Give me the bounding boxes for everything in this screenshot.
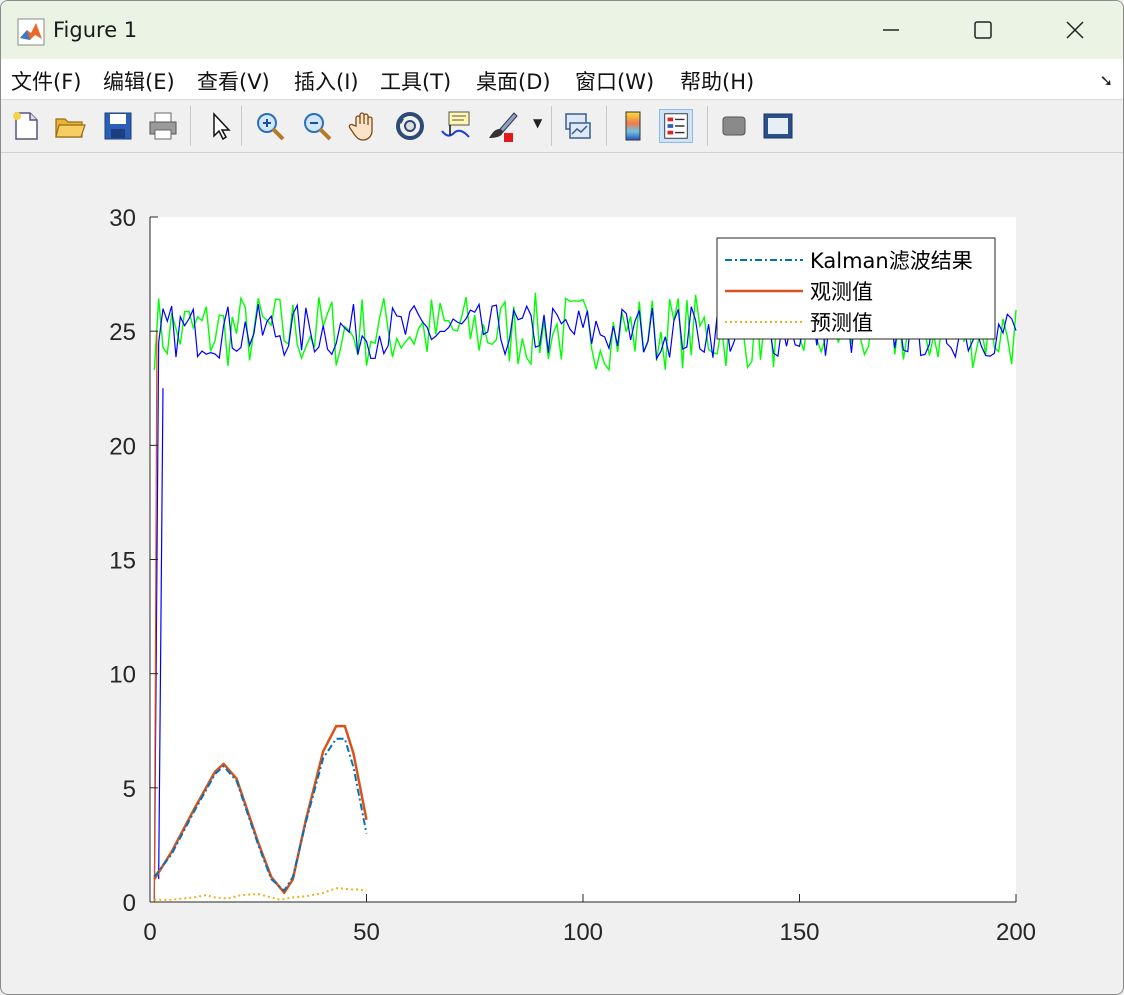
y-tick-label: 15 — [109, 548, 136, 575]
close-button[interactable] — [1029, 1, 1121, 59]
show-plot-tools-icon[interactable] — [761, 109, 795, 143]
y-tick-label: 20 — [109, 433, 136, 460]
title-bar: Figure 1 — [1, 1, 1123, 59]
insert-colorbar-icon[interactable] — [616, 109, 650, 143]
rotate-3d-icon[interactable] — [393, 109, 427, 143]
new-figure-icon[interactable] — [9, 109, 43, 143]
brush-icon[interactable] — [486, 109, 520, 143]
menu-insert[interactable]: 插入(I) — [294, 66, 359, 96]
toolbar-separator — [241, 106, 242, 146]
menu-edit[interactable]: 编辑(E) — [103, 66, 175, 96]
data-cursor-icon[interactable] — [439, 109, 473, 143]
figure-toolbar: ▼ — [1, 100, 1123, 153]
toolbar-separator — [190, 106, 191, 146]
toolbar-separator — [707, 106, 708, 146]
zoom-out-icon[interactable] — [300, 109, 334, 143]
dock-arrow-icon[interactable]: ➘ — [1100, 71, 1113, 90]
y-tick-label: 25 — [109, 319, 136, 346]
matlab-logo-icon — [17, 18, 45, 46]
maximize-icon — [974, 21, 992, 39]
window-title: Figure 1 — [53, 18, 138, 42]
figure-canvas: 0 50 100 150 200 0 5 10 15 20 25 30 Kalman滤波结果 观测值预测值 — [1, 153, 1124, 995]
legend-label-0: Kalman滤波结果 — [810, 249, 973, 273]
y-tick-label: 10 — [109, 662, 136, 689]
x-tick-label: 0 — [143, 919, 156, 946]
menu-view[interactable]: 查看(V) — [197, 66, 270, 96]
zoom-in-icon[interactable] — [253, 109, 287, 143]
line-chart[interactable]: 0 50 100 150 200 0 5 10 15 20 25 30 Kalman滤波结果观测值预测值 — [1, 153, 1124, 995]
toolbar-separator — [551, 106, 552, 146]
pan-hand-icon[interactable] — [347, 109, 381, 143]
link-plot-icon[interactable] — [561, 109, 595, 143]
menu-help[interactable]: 帮助(H) — [680, 66, 754, 96]
legend-label-2: 预测值 — [810, 311, 873, 335]
print-icon[interactable] — [146, 109, 180, 143]
insert-legend-icon[interactable] — [659, 109, 693, 143]
minimize-button[interactable] — [845, 1, 937, 59]
menu-window[interactable]: 窗口(W) — [575, 66, 654, 96]
x-tick-label: 50 — [353, 919, 380, 946]
open-folder-icon[interactable] — [53, 109, 87, 143]
minimize-icon — [883, 29, 899, 31]
hide-plot-tools-icon[interactable] — [717, 109, 751, 143]
x-tick-label: 150 — [779, 919, 819, 946]
maximize-button[interactable] — [937, 1, 1029, 59]
edit-plot-arrow-icon[interactable] — [204, 109, 238, 143]
menu-desktop[interactable]: 桌面(D) — [476, 66, 551, 96]
x-tick-label: 100 — [563, 919, 603, 946]
x-tick-label: 200 — [996, 919, 1036, 946]
y-tick-label: 0 — [123, 890, 136, 917]
close-icon — [1066, 21, 1084, 39]
legend-label-1: 观测值 — [810, 280, 873, 304]
figure-window: Figure 1 文件(F) 编辑(E) 查看(V) 插入(I) 工具(T) 桌… — [0, 0, 1124, 995]
menu-bar: 文件(F) 编辑(E) 查看(V) 插入(I) 工具(T) 桌面(D) 窗口(W… — [1, 59, 1123, 100]
brush-dropdown-icon[interactable]: ▼ — [533, 116, 542, 130]
menu-tools[interactable]: 工具(T) — [380, 66, 451, 96]
y-tick-label: 5 — [123, 776, 136, 803]
y-tick-label: 30 — [109, 205, 136, 232]
save-icon[interactable] — [101, 109, 135, 143]
toolbar-separator — [606, 106, 607, 146]
menu-file[interactable]: 文件(F) — [11, 66, 81, 96]
